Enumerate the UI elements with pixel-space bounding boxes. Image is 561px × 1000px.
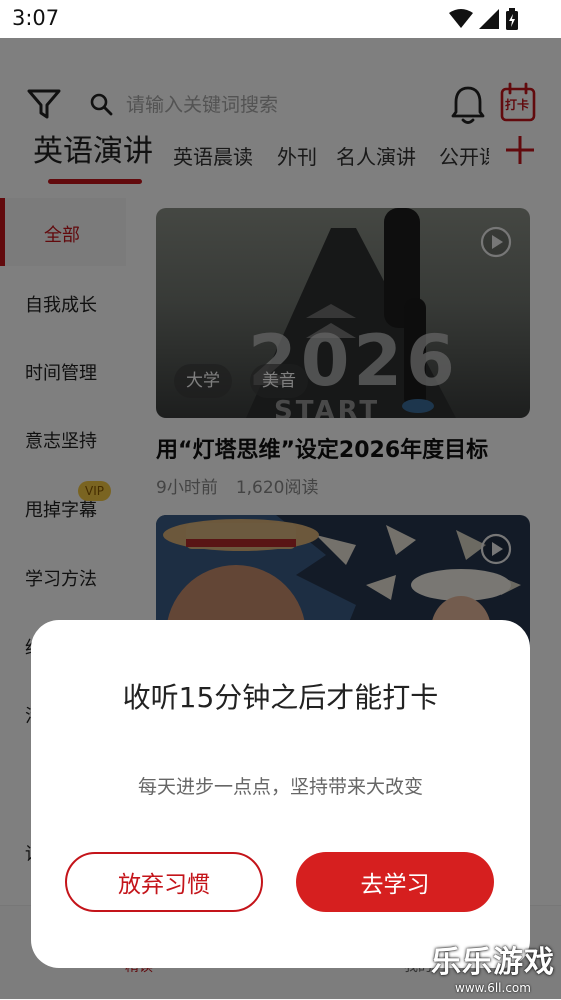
dialog-title: 收听15分钟之后才能打卡 xyxy=(122,681,439,714)
battery-icon xyxy=(506,8,518,30)
go-study-button[interactable]: 去学习 xyxy=(296,852,494,912)
wifi-icon xyxy=(449,9,473,28)
watermark-url: www.6ll.com xyxy=(455,981,531,995)
dialog-message: 每天进步一点点，坚持带来大改变 xyxy=(137,776,423,798)
status-icons xyxy=(449,8,519,30)
quit-habit-button[interactable]: 放弃习惯 xyxy=(65,852,263,912)
status-bar: 3:07 xyxy=(0,0,561,38)
signal-icon xyxy=(479,9,499,29)
app-screen: 3:07 请输入关键词搜索 收听15分钟之后才能打卡 每天进步一点点，坚持带来大… xyxy=(0,0,561,1000)
checkin-dialog: 收听15分钟之后才能打卡 每天进步一点点，坚持带来大改变 放弃习惯 去学习 xyxy=(31,620,530,968)
status-time: 3:07 xyxy=(12,6,60,30)
watermark-logo: 乐乐游戏 xyxy=(431,945,555,980)
site-watermark: 乐乐游戏 www.6ll.com xyxy=(431,937,555,995)
